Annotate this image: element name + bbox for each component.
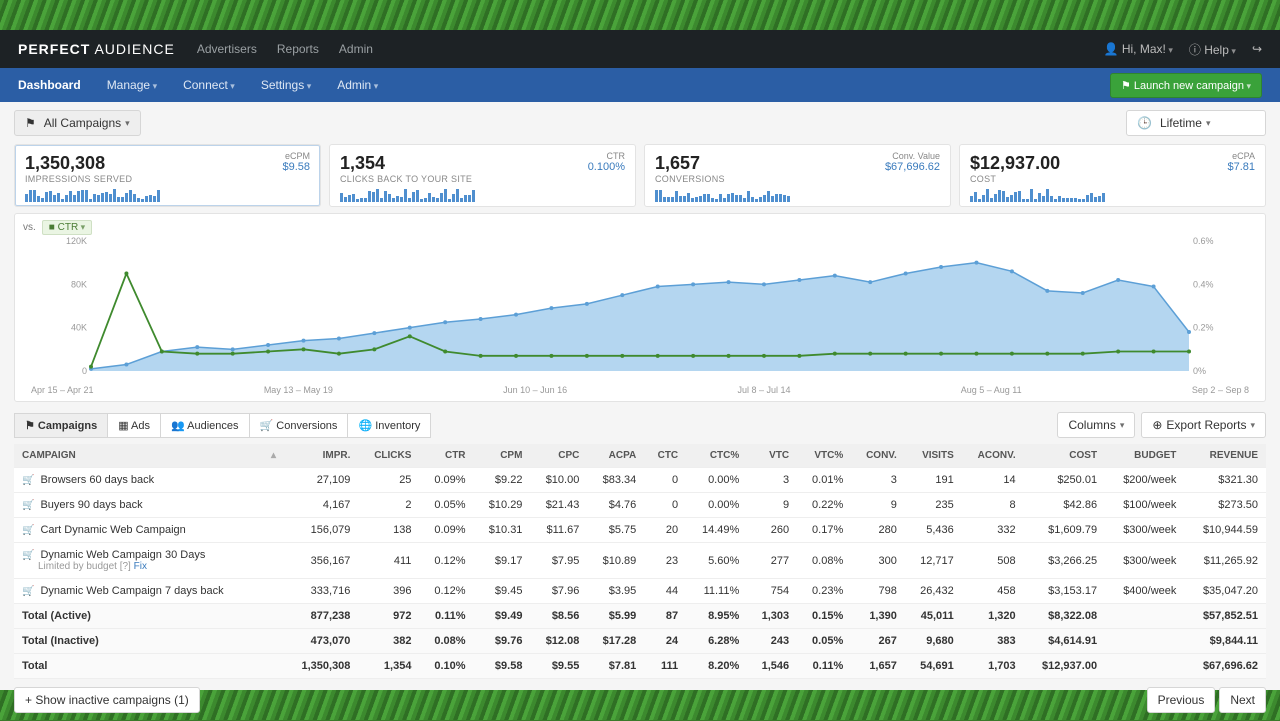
col-conv[interactable]: CONV.: [851, 444, 905, 468]
col-vtc[interactable]: VTC%: [797, 444, 851, 468]
campaigns-table: CAMPAIGN ▴IMPR.CLICKSCTRCPMCPCACPACTCCTC…: [14, 444, 1266, 679]
stat-label: IMPRESSIONS SERVED: [25, 174, 310, 184]
nav-connect[interactable]: Connect: [183, 78, 235, 92]
campaign-name: Buyers 90 days back: [40, 499, 142, 511]
stat-value: 1,354: [340, 153, 625, 174]
cart-icon: [22, 499, 34, 511]
tab-inventory[interactable]: 🌐 Inventory: [347, 413, 431, 438]
main-nav: Dashboard Manage Connect Settings Admin Laun…: [0, 68, 1280, 102]
columns-button[interactable]: Columns: [1057, 412, 1135, 438]
cart-icon: [22, 549, 34, 561]
campaign-name: Dynamic Web Campaign 7 days back: [40, 585, 223, 597]
col-impr[interactable]: IMPR.: [284, 444, 358, 468]
col-ctc[interactable]: CTC: [644, 444, 686, 468]
stat-card-1[interactable]: 1,354 CLICKS BACK TO YOUR SITE CTR0.100%: [329, 144, 636, 207]
col-aconv[interactable]: ACONV.: [962, 444, 1024, 468]
stat-label: CLICKS BACK TO YOUR SITE: [340, 174, 625, 184]
table-row[interactable]: Dynamic Web Campaign 7 days back333,7163…: [14, 579, 1266, 604]
decorative-grass-top: [0, 0, 1280, 30]
campaign-name: Cart Dynamic Web Campaign: [40, 524, 185, 536]
col-ctr[interactable]: CTR: [419, 444, 473, 468]
col-acpa[interactable]: ACPA: [587, 444, 644, 468]
campaign-filter[interactable]: All Campaigns: [14, 110, 141, 136]
brand-logo: PERFECT AUDIENCE: [18, 41, 175, 57]
show-inactive-button[interactable]: + Show inactive campaigns (1): [14, 687, 200, 713]
table-total-row: Total (Active)877,2389720.11%$9.49$8.56$…: [14, 604, 1266, 629]
cart-icon: [22, 524, 34, 536]
trend-chart: 0 40K 80K 120K 0% 0.2% 0.4% 0.6%: [23, 235, 1257, 385]
campaign-name: Browsers 60 days back: [40, 474, 154, 486]
col-cpm[interactable]: CPM: [474, 444, 531, 468]
stat-value: 1,350,308: [25, 153, 310, 174]
svg-text:0%: 0%: [1193, 366, 1206, 376]
table-row[interactable]: Buyers 90 days back4,16720.05%$10.29$21.…: [14, 493, 1266, 518]
fix-link[interactable]: Fix: [134, 561, 147, 572]
topbar: PERFECT AUDIENCE Advertisers Reports Admin…: [0, 30, 1280, 68]
col-cost[interactable]: COST: [1024, 444, 1105, 468]
topnav-advertisers[interactable]: Advertisers: [197, 42, 257, 56]
help-menu[interactable]: ⓘ Help: [1189, 41, 1236, 58]
stat-card-3[interactable]: $12,937.00 COST eCPA$7.81: [959, 144, 1266, 207]
svg-text:0.6%: 0.6%: [1193, 236, 1214, 246]
col-visits[interactable]: VISITS: [905, 444, 962, 468]
trend-chart-card: vs. ■ CTR 040K80K120K0%0.2%0.4%0.6% Apr …: [14, 213, 1266, 402]
compare-metric-chip[interactable]: ■ CTR: [42, 220, 92, 235]
table-row[interactable]: Cart Dynamic Web Campaign156,0791380.09%…: [14, 518, 1266, 543]
table-row[interactable]: Dynamic Web Campaign 30 DaysLimited by b…: [14, 543, 1266, 579]
table-row[interactable]: Browsers 60 days back27,109250.09%$9.22$…: [14, 468, 1266, 493]
stat-value: $12,937.00: [970, 153, 1255, 174]
svg-text:80K: 80K: [71, 279, 87, 289]
topnav-admin[interactable]: Admin: [339, 42, 373, 56]
prev-button[interactable]: Previous: [1147, 687, 1216, 713]
budget-note: Limited by budget [?] Fix: [22, 561, 276, 572]
col-revenue[interactable]: REVENUE: [1184, 444, 1266, 468]
svg-text:0.2%: 0.2%: [1193, 323, 1214, 333]
col-campaign[interactable]: CAMPAIGN ▴: [14, 444, 284, 468]
cart-icon: [22, 474, 34, 486]
stat-card-2[interactable]: 1,657 CONVERSIONS Conv. Value$67,696.62: [644, 144, 951, 207]
stat-label: CONVERSIONS: [655, 174, 940, 184]
nav-manage[interactable]: Manage: [107, 78, 157, 92]
export-reports-button[interactable]: ⊕ Export Reports: [1141, 412, 1266, 438]
tab-ads[interactable]: ▦ Ads: [107, 413, 161, 438]
logout-icon[interactable]: ↪: [1252, 42, 1262, 56]
user-menu[interactable]: 👤 Hi, Max!: [1104, 42, 1173, 56]
nav-admin[interactable]: Admin: [337, 78, 378, 92]
table-total-row: Total (Inactive)473,0703820.08%$9.76$12.…: [14, 629, 1266, 654]
svg-text:0.4%: 0.4%: [1193, 279, 1214, 289]
tab-conversions[interactable]: 🛒 Conversions: [249, 413, 349, 438]
cart-icon: [22, 585, 34, 597]
col-ctc[interactable]: CTC%: [686, 444, 747, 468]
next-button[interactable]: Next: [1219, 687, 1266, 713]
col-clicks[interactable]: CLICKS: [358, 444, 419, 468]
svg-text:120K: 120K: [66, 236, 87, 246]
col-budget[interactable]: BUDGET: [1105, 444, 1184, 468]
stat-label: COST: [970, 174, 1255, 184]
nav-dashboard[interactable]: Dashboard: [18, 78, 81, 92]
svg-text:40K: 40K: [71, 323, 87, 333]
svg-text:0: 0: [82, 366, 87, 376]
topnav-reports[interactable]: Reports: [277, 42, 319, 56]
launch-campaign-button[interactable]: Launch new campaign: [1110, 73, 1262, 98]
stat-card-0[interactable]: 1,350,308 IMPRESSIONS SERVED eCPM$9.58: [14, 144, 321, 207]
vs-label: vs.: [23, 222, 36, 233]
col-cpc[interactable]: CPC: [530, 444, 587, 468]
campaign-name: Dynamic Web Campaign 30 Days: [40, 549, 205, 561]
col-vtc[interactable]: VTC: [747, 444, 797, 468]
tab-audiences[interactable]: 👥 Audiences: [160, 413, 250, 438]
date-range-filter[interactable]: Lifetime: [1126, 110, 1266, 136]
table-total-row: Total1,350,3081,3540.10%$9.58$9.55$7.811…: [14, 654, 1266, 679]
tab-campaigns[interactable]: ⚑ Campaigns: [14, 413, 108, 438]
nav-settings[interactable]: Settings: [261, 78, 311, 92]
